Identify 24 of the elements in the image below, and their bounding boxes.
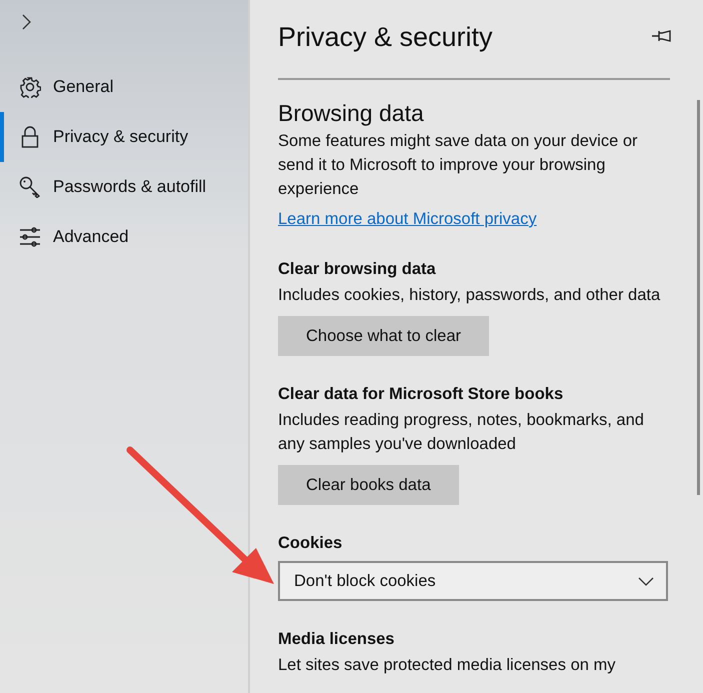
action-button[interactable]: Choose what to clear	[278, 316, 490, 356]
sidebar-item[interactable]: Advanced	[0, 212, 248, 262]
lock-icon	[19, 126, 41, 148]
action-button[interactable]: Clear books data	[278, 465, 459, 505]
sidebar-item[interactable]: General	[0, 62, 248, 112]
intro-text: Some features might save data on your device or send it to Microsoft to improve your browsing experience	[278, 131, 639, 200]
setting-title: Clear browsing data	[278, 259, 437, 280]
sidebar-item[interactable]: Passwords & autofill	[0, 162, 248, 212]
sliders-icon	[19, 226, 41, 248]
scrollbar[interactable]	[697, 100, 700, 495]
setting-description: Includes cookies, history, passwords, and other data	[278, 285, 662, 306]
panel-title: Privacy & security	[278, 22, 493, 52]
cookies-dropdown[interactable]: Don't block cookies	[278, 561, 668, 601]
setting-description: Let sites save protected media licenses on my	[278, 655, 617, 676]
gear-icon	[19, 76, 41, 98]
chevron-down-icon	[638, 576, 654, 586]
setting-title: Cookies	[278, 533, 344, 554]
chevron-right-icon	[21, 14, 31, 30]
key-icon	[19, 176, 41, 198]
section-heading: Browsing data	[278, 100, 425, 127]
setting-description: Includes reading progress, notes, bookmarks, and any samples you've downloaded	[278, 410, 645, 455]
setting-title: Clear data for Microsoft Store books	[278, 384, 564, 405]
privacy-link[interactable]: Learn more about Microsoft privacy	[278, 207, 537, 231]
setting-title: Media licenses	[278, 629, 396, 650]
